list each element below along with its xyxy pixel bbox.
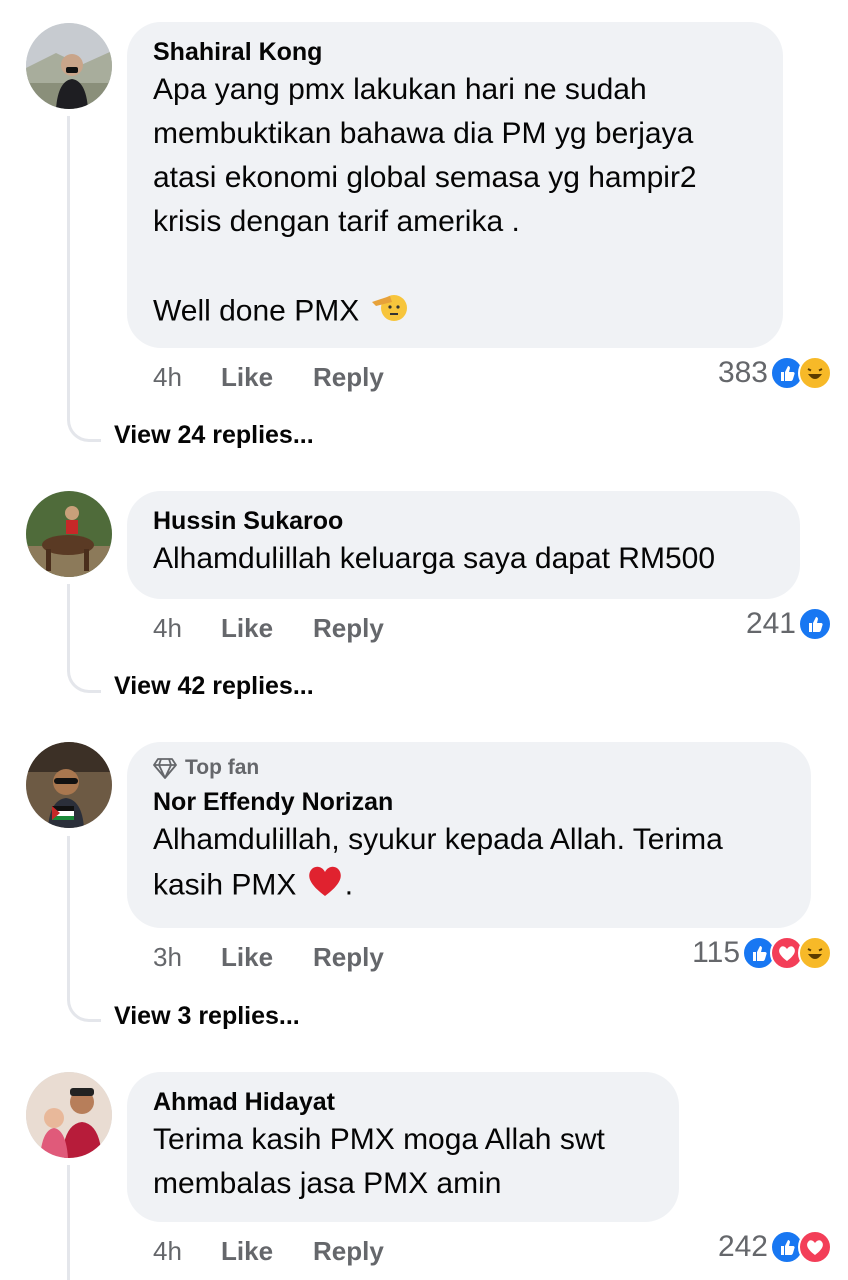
- comment-bubble[interactable]: Top fan Nor Effendy Norizan Alhamdulilla…: [127, 742, 811, 928]
- like-button[interactable]: Like: [221, 362, 313, 393]
- reply-button[interactable]: Reply: [313, 362, 384, 393]
- comment-bubble[interactable]: Shahiral Kong Apa yang pmx lakukan hari …: [127, 22, 783, 348]
- thread-line: [67, 1165, 70, 1280]
- reaction-summary[interactable]: 242: [718, 1230, 832, 1264]
- avatar[interactable]: [26, 23, 112, 109]
- like-button[interactable]: Like: [221, 613, 313, 644]
- reaction-count: 241: [745, 607, 796, 640]
- haha-reaction-icon: [798, 936, 832, 970]
- comment-actions: 4h Like Reply: [153, 362, 384, 393]
- comment-time[interactable]: 3h: [153, 942, 221, 973]
- haha-reaction-icon: [798, 356, 832, 390]
- thread-connector: [67, 988, 101, 1022]
- avatar[interactable]: [26, 1072, 112, 1158]
- reply-button[interactable]: Reply: [313, 613, 384, 644]
- top-fan-badge: Top fan: [153, 756, 785, 780]
- comment-bubble[interactable]: Hussin Sukaroo Alhamdulillah keluarga sa…: [127, 491, 800, 599]
- comment-bubble[interactable]: Ahmad Hidayat Terima kasih PMX moga Alla…: [127, 1072, 679, 1222]
- comment-time[interactable]: 4h: [153, 362, 221, 393]
- comment-actions: 4h Like Reply: [153, 1236, 384, 1267]
- like-reaction-icon: [798, 607, 832, 641]
- reaction-count: 115: [692, 936, 740, 969]
- comment-time[interactable]: 4h: [153, 613, 221, 644]
- view-replies-link[interactable]: View 24 replies...: [114, 421, 314, 450]
- view-replies-link[interactable]: View 3 replies...: [114, 1002, 300, 1031]
- reaction-summary[interactable]: 383: [718, 356, 832, 390]
- badge-label: Top fan: [185, 756, 260, 779]
- comment-time[interactable]: 4h: [153, 1236, 221, 1267]
- reply-button[interactable]: Reply: [313, 942, 384, 973]
- avatar[interactable]: [26, 491, 112, 577]
- view-replies-link[interactable]: View 42 replies...: [114, 672, 314, 701]
- saluting-face-icon: [368, 288, 408, 337]
- comment-author[interactable]: Nor Effendy Norizan: [153, 786, 785, 818]
- reaction-summary[interactable]: 241: [746, 607, 832, 641]
- comment-text: Alhamdulillah keluarga saya dapat RM500: [153, 542, 716, 575]
- thread-connector: [67, 408, 101, 442]
- comment-text: Alhamdulillah, syukur kepada Allah. Teri…: [153, 818, 785, 911]
- red-heart-icon: [305, 862, 345, 911]
- thread-line: [67, 584, 70, 668]
- like-button[interactable]: Like: [221, 1236, 313, 1267]
- avatar[interactable]: [26, 742, 112, 828]
- comment-actions: 4h Like Reply: [153, 613, 384, 644]
- comment-author[interactable]: Ahmad Hidayat: [153, 1086, 653, 1118]
- comment-actions: 3h Like Reply: [153, 942, 384, 973]
- diamond-icon: [153, 758, 177, 779]
- reaction-count: 383: [717, 356, 768, 389]
- thread-line: [67, 116, 70, 416]
- reaction-summary[interactable]: 115: [692, 936, 832, 970]
- comment-text: Apa yang pmx lakukan hari ne sudah membu…: [153, 68, 757, 337]
- love-reaction-icon: [798, 1230, 832, 1264]
- reaction-count: 242: [717, 1230, 768, 1263]
- comment-text: Terima kasih PMX moga Allah swt membalas…: [153, 1123, 605, 1200]
- like-button[interactable]: Like: [221, 942, 313, 973]
- comment-author[interactable]: Shahiral Kong: [153, 36, 757, 68]
- thread-line: [67, 836, 70, 1000]
- comment-author[interactable]: Hussin Sukaroo: [153, 505, 774, 537]
- reply-button[interactable]: Reply: [313, 1236, 384, 1267]
- thread-connector: [67, 659, 101, 693]
